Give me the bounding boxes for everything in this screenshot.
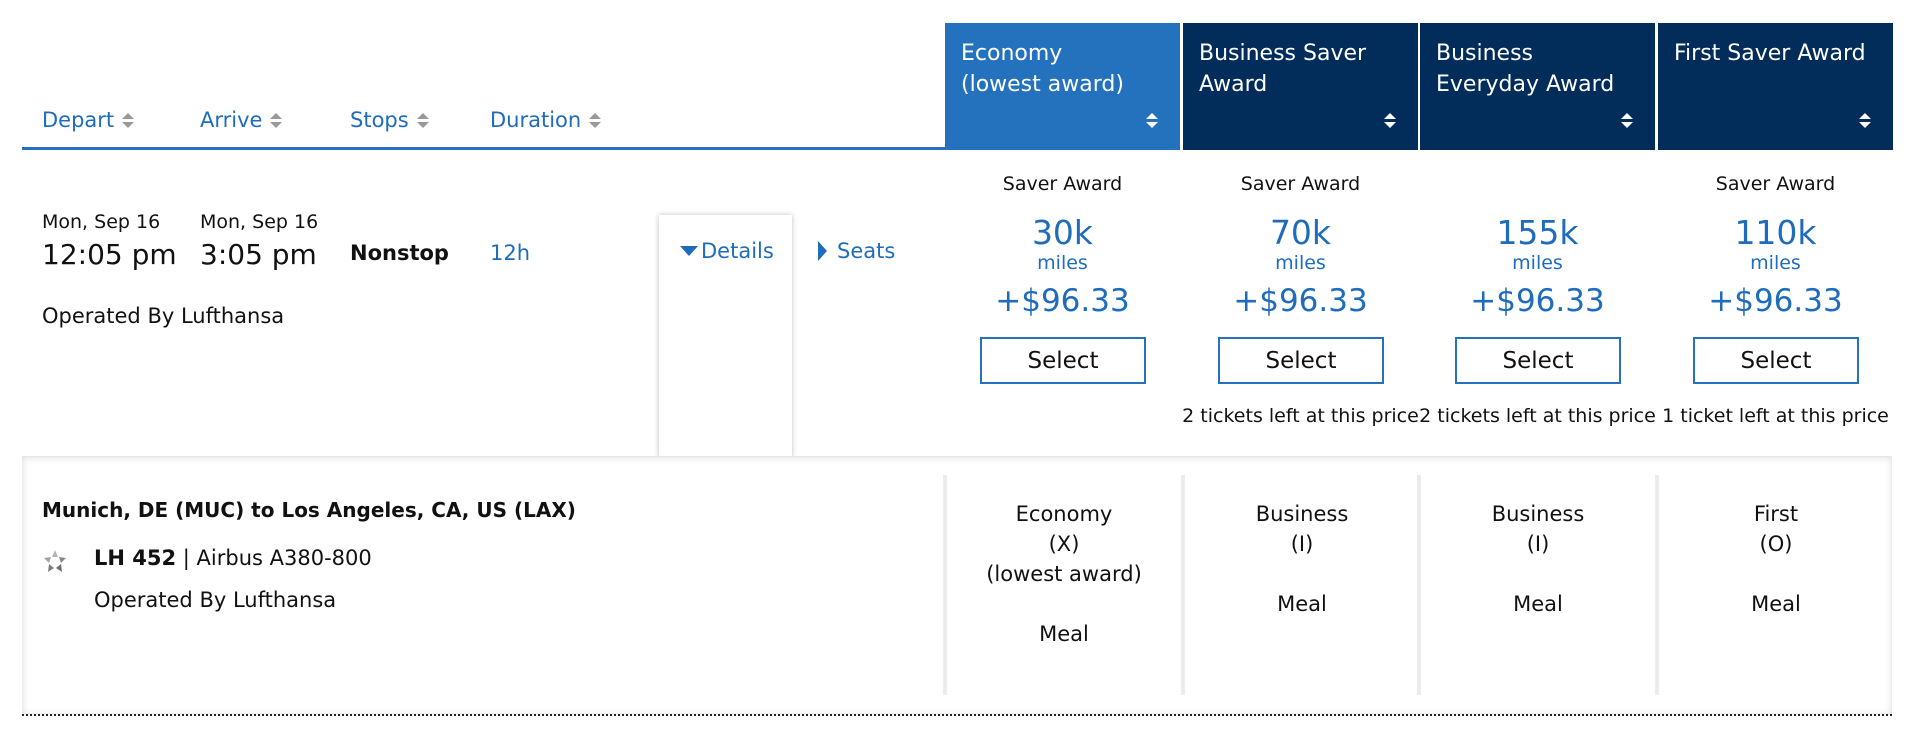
miles-amount: 30k [1031, 213, 1094, 252]
sort-depart[interactable]: Depart [42, 108, 135, 132]
tickets-left: 1 ticket left at this price [1662, 405, 1889, 427]
sort-icon [589, 112, 602, 128]
sort-arrive[interactable]: Arrive [200, 108, 283, 132]
cabin-name: Economy [1015, 502, 1113, 526]
award-type: Saver Award [1240, 173, 1361, 195]
cabin-name: First [1753, 502, 1799, 526]
sort-icon [1146, 113, 1158, 128]
cabin-cell-business-everyday: Business (I) Meal [1417, 475, 1655, 695]
sort-icon [1859, 113, 1871, 128]
award-header-business-saver[interactable]: Business Saver Award [1183, 23, 1418, 150]
cabin-name: Business [1255, 502, 1349, 526]
select-button[interactable]: Select [980, 337, 1146, 384]
sort-duration[interactable]: Duration [490, 108, 602, 132]
tax-amount: +$96.33 [1708, 283, 1843, 319]
award-header-economy[interactable]: Economy (lowest award) [945, 23, 1180, 150]
award-header-line2: (lowest award) [961, 72, 1124, 97]
cabin-cell-economy: Economy (X) (lowest award) Meal [943, 475, 1181, 695]
flight-number: LH 452 [94, 546, 177, 570]
arrive-date: Mon, Sep 16 [200, 211, 319, 233]
stops-value: Nonstop [350, 241, 449, 265]
miles-unit: miles [1037, 252, 1088, 274]
award-header-line2: Everyday Award [1436, 72, 1615, 97]
sort-icon [1621, 113, 1633, 128]
tax-amount: +$96.33 [1233, 283, 1368, 319]
award-header-line1: First Saver Award [1674, 41, 1866, 66]
sort-stops-label: Stops [350, 108, 409, 132]
sort-duration-label: Duration [490, 108, 582, 132]
seats-toggle[interactable]: Seats [818, 239, 895, 263]
sort-icon [270, 112, 283, 128]
sort-stops[interactable]: Stops [350, 108, 429, 132]
award-header-line1: Business Saver [1199, 41, 1367, 66]
star-alliance-icon [44, 550, 66, 572]
award-type: Saver Award [1002, 173, 1123, 195]
miles-amount: 155k [1496, 213, 1579, 252]
arrive-time: 3:05 pm [200, 238, 317, 271]
price-cell-economy: Saver Award 30k miles +$96.33 Select [945, 165, 1180, 435]
cabin-note: (lowest award) [986, 562, 1142, 586]
meal-info: Meal [1751, 592, 1801, 616]
select-button[interactable]: Select [1218, 337, 1384, 384]
miles-unit: miles [1512, 252, 1563, 274]
cabin-cell-business-saver: Business (I) Meal [1181, 475, 1419, 695]
flight-info: LH 452 | Airbus A380-800 [94, 546, 372, 570]
tax-amount: +$96.33 [995, 283, 1130, 319]
tickets-left: 2 tickets left at this price [1182, 405, 1419, 427]
caret-right-icon [818, 241, 827, 261]
sort-icon [122, 112, 135, 128]
caret-down-icon [680, 246, 698, 256]
award-type: Saver Award [1715, 173, 1836, 195]
details-toggle[interactable]: Details [680, 239, 774, 263]
award-header-line1: Economy [961, 41, 1063, 66]
meal-info: Meal [1039, 622, 1089, 646]
select-button[interactable]: Select [1455, 337, 1621, 384]
fare-class: (I) [1526, 532, 1550, 556]
header-underline [22, 147, 946, 150]
fare-class: (O) [1759, 532, 1793, 556]
aircraft-type: Airbus A380-800 [196, 546, 372, 570]
tickets-left: 2 tickets left at this price [1419, 405, 1656, 427]
dotted-divider [22, 714, 1892, 716]
cabin-name: Business [1491, 502, 1585, 526]
award-header-line1: Business [1436, 41, 1534, 66]
seats-label: Seats [837, 239, 896, 263]
sort-depart-label: Depart [42, 108, 115, 132]
flight-separator: | [176, 546, 197, 570]
depart-date: Mon, Sep 16 [42, 211, 161, 233]
miles-unit: miles [1750, 252, 1801, 274]
select-button[interactable]: Select [1693, 337, 1859, 384]
miles-unit: miles [1275, 252, 1326, 274]
sort-arrive-label: Arrive [200, 108, 263, 132]
award-header-first-saver[interactable]: First Saver Award [1658, 23, 1893, 150]
details-label: Details [701, 239, 774, 263]
duration-value[interactable]: 12h [490, 241, 530, 265]
cabin-cell-first: First (O) Meal [1655, 475, 1893, 695]
meal-info: Meal [1277, 592, 1327, 616]
price-cell-first-saver: Saver Award 110k miles +$96.33 Select 1 … [1658, 165, 1893, 435]
meal-info: Meal [1513, 592, 1563, 616]
miles-amount: 110k [1734, 213, 1817, 252]
miles-amount: 70k [1269, 213, 1332, 252]
award-header-line2: Award [1199, 72, 1268, 97]
tax-amount: +$96.33 [1470, 283, 1605, 319]
sort-icon [1384, 113, 1396, 128]
operated-by: Operated By Lufthansa [42, 304, 285, 328]
depart-time: 12:05 pm [42, 238, 177, 271]
route-title: Munich, DE (MUC) to Los Angeles, CA, US … [42, 498, 576, 522]
price-cell-business-saver: Saver Award 70k miles +$96.33 Select 2 t… [1182, 165, 1419, 435]
fare-class: (I) [1290, 532, 1314, 556]
details-operated-by: Operated By Lufthansa [94, 588, 337, 612]
award-header-business-everyday[interactable]: Business Everyday Award [1420, 23, 1655, 150]
price-cell-business-everyday: 155k miles +$96.33 Select 2 tickets left… [1419, 165, 1656, 435]
sort-icon [416, 112, 429, 128]
fare-class: (X) [1048, 532, 1080, 556]
